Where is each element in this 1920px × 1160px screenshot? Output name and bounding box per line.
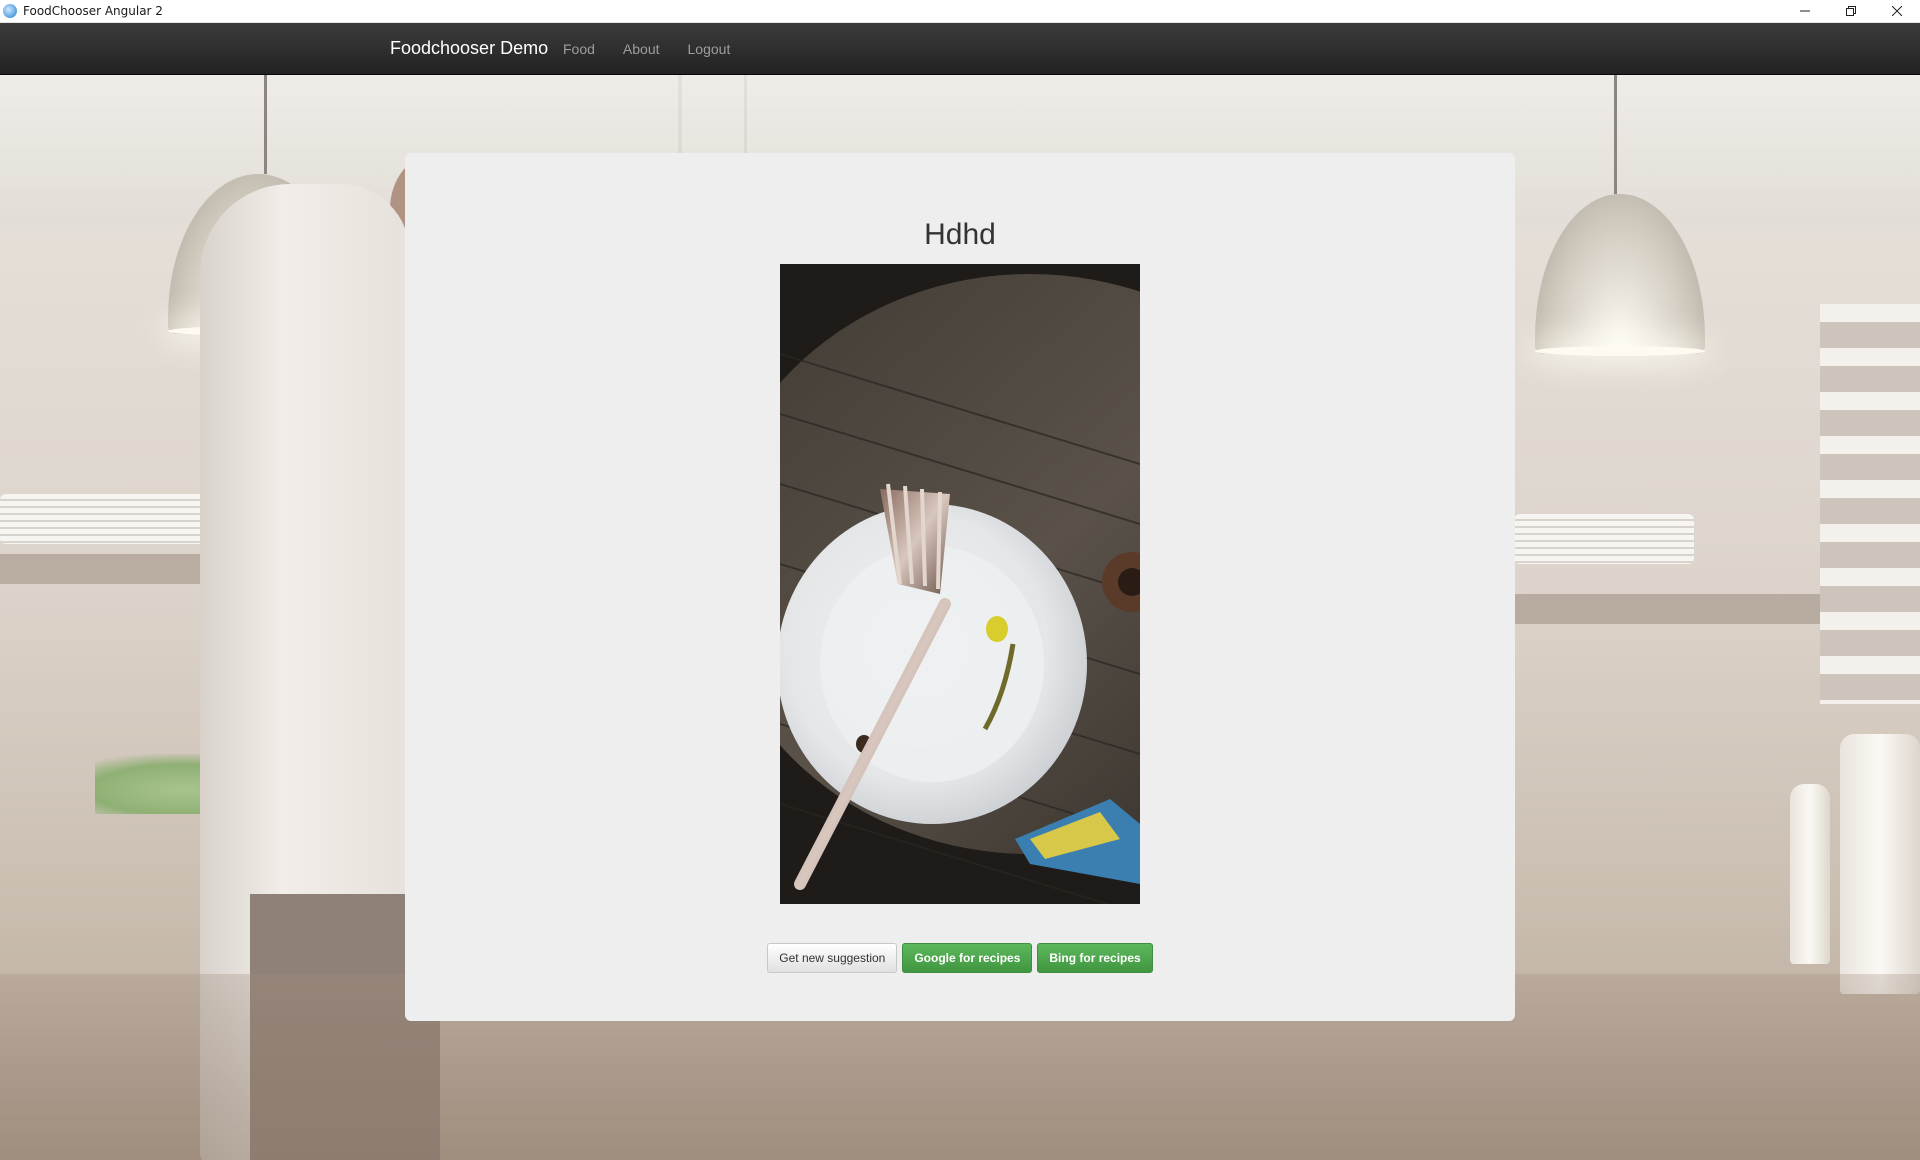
action-buttons: Get new suggestion Google for recipes Bi… xyxy=(405,943,1515,973)
nav-link-about[interactable]: About xyxy=(623,41,660,57)
brand-link[interactable]: Foodchooser Demo xyxy=(390,38,548,59)
lamp-wire xyxy=(1614,74,1617,194)
minimize-button[interactable] xyxy=(1782,0,1828,22)
minimize-icon xyxy=(1800,10,1810,12)
nav-link-food[interactable]: Food xyxy=(563,41,595,57)
close-icon xyxy=(1892,6,1902,16)
bing-recipes-button[interactable]: Bing for recipes xyxy=(1037,943,1153,973)
top-navbar: Foodchooser Demo Food About Logout xyxy=(0,23,1920,75)
food-title: Hdhd xyxy=(924,218,996,251)
scene-shelf-rack xyxy=(1820,304,1920,704)
nav-link-logout[interactable]: Logout xyxy=(688,41,731,57)
restore-button[interactable] xyxy=(1828,0,1874,22)
get-new-suggestion-button[interactable]: Get new suggestion xyxy=(767,943,898,973)
lamp-light xyxy=(1535,346,1705,356)
food-suggestion-card: Hdhd Get new suggestion Google for recip… xyxy=(405,153,1515,1021)
lamp-wire xyxy=(264,74,267,174)
window-titlebar: FoodChooser Angular 2 xyxy=(0,0,1920,23)
google-recipes-button[interactable]: Google for recipes xyxy=(902,943,1033,973)
scene-bottle xyxy=(1790,784,1830,964)
scene-plates xyxy=(0,494,210,544)
window-title: FoodChooser Angular 2 xyxy=(23,4,163,18)
scene-plates xyxy=(1514,514,1694,564)
food-photo xyxy=(780,264,1140,904)
restore-icon xyxy=(1846,6,1856,16)
app-logo-icon xyxy=(3,4,17,18)
window-controls xyxy=(1782,0,1920,22)
nav-links: Food About Logout xyxy=(563,41,758,57)
close-button[interactable] xyxy=(1874,0,1920,22)
scene-bottle xyxy=(1840,734,1920,994)
